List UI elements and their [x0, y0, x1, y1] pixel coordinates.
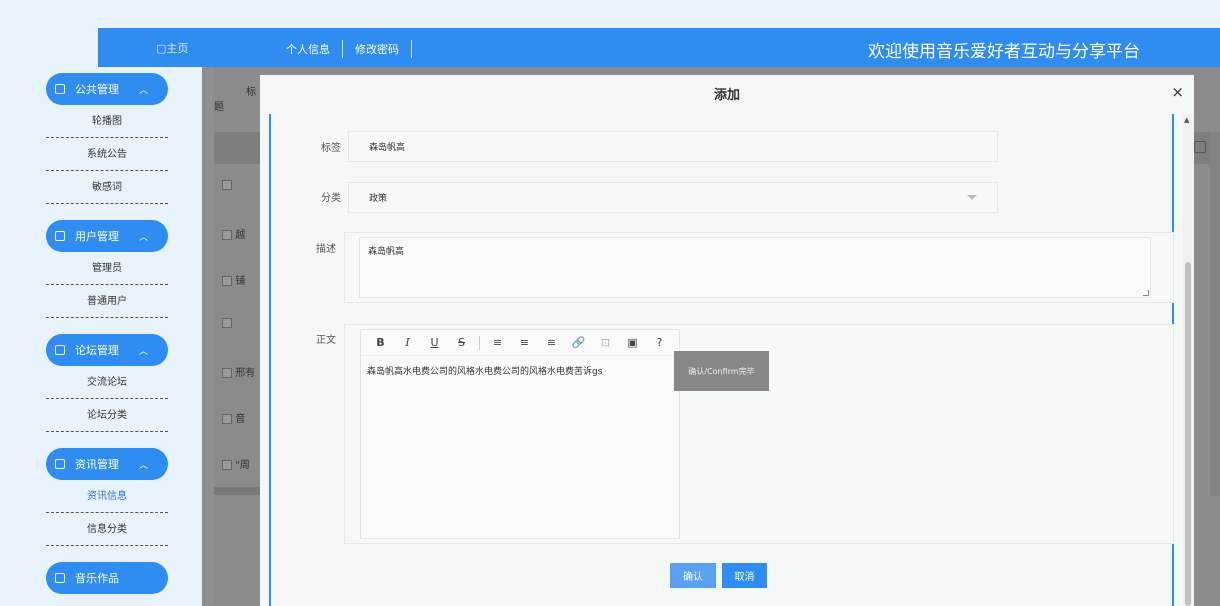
row-checkbox[interactable] [222, 230, 232, 240]
nav-change-password-link[interactable]: 修改密码 [343, 41, 411, 57]
resize-handle-icon[interactable] [1143, 290, 1149, 296]
table-row [214, 318, 260, 329]
italic-icon[interactable]: I [394, 336, 421, 349]
chevron-up-icon: ︿ [138, 232, 148, 243]
editor-content[interactable]: 森岛帆高水电费公司的风格水电费公司的风格水电费苦诉gs [361, 356, 679, 385]
chevron-up-icon: ︿ [138, 346, 148, 357]
site-title: 欢迎使用音乐爱好者互动与分享平台 [868, 42, 1140, 62]
row-checkbox[interactable] [222, 368, 232, 378]
sidebar-group-forum: 论坛管理 ︿ 交流论坛 论坛分类 [0, 334, 202, 432]
chevron-up-icon: ︿ [138, 460, 148, 471]
sidebar-item-normal-user[interactable]: 普通用户 [46, 285, 168, 318]
unlink-icon[interactable]: ⊡ [592, 336, 619, 349]
category-label: 分类 [321, 193, 341, 204]
row-checkbox[interactable] [222, 414, 232, 424]
sidebar-item-forum[interactable]: 交流论坛 [46, 366, 168, 399]
table-row: 铺 [214, 272, 260, 287]
chevron-down-icon [967, 195, 977, 200]
category-select[interactable]: 政策 [348, 182, 998, 213]
description-label: 描述 [316, 244, 336, 255]
sidebar-group-title: 用户管理 [75, 230, 119, 243]
sidebar-item-news[interactable]: 资讯信息 [46, 480, 168, 513]
table-header-fragment: 标题 [214, 87, 256, 113]
top-bar: ▢主页 个人信息 修改密码 欢迎使用音乐爱好者互动与分享平台 [98, 28, 1220, 67]
dialog-title: 添加 [713, 88, 740, 103]
help-icon[interactable]: ? [646, 336, 673, 349]
category-select-value: 政策 [369, 194, 388, 204]
table-horizontal-scrollbar[interactable] [214, 487, 260, 495]
book-icon [55, 459, 65, 469]
book-icon [55, 231, 65, 241]
sidebar-group-news: 资讯管理 ︿ 资讯信息 信息分类 [0, 448, 202, 546]
dialog-header: 添加 × [260, 75, 1194, 109]
dialog-scrollbar[interactable]: ▲ [1183, 114, 1193, 606]
rich-text-editor: B I U S ≡ ≡ ≡ 🔗 ⊡ ▣ ? 森岛帆高水电费公司的风格水电费公司的… [360, 329, 680, 539]
tag-input[interactable]: 森岛帆高 [348, 131, 998, 162]
sidebar-group-title: 资讯管理 [75, 458, 119, 471]
table-row: 邢有 [214, 364, 260, 379]
underline-icon[interactable]: U [421, 336, 448, 349]
cancel-button[interactable]: 取消 [722, 563, 767, 588]
row-checkbox[interactable] [222, 460, 232, 470]
strikethrough-icon[interactable]: S [448, 336, 475, 349]
sidebar-item-announcement[interactable]: 系统公告 [46, 138, 168, 171]
confirm-tooltip[interactable]: 确认/Confirm完毕 [674, 351, 769, 391]
sidebar-group-header[interactable]: 音乐作品 [46, 562, 168, 594]
table-vertical-scrollbar[interactable] [1210, 132, 1220, 496]
sidebar-group-header[interactable]: 用户管理 ︿ [46, 220, 168, 252]
grid-icon [55, 84, 65, 94]
sidebar-item-news-category[interactable]: 信息分类 [46, 513, 168, 546]
sidebar-group-music: 音乐作品 [0, 562, 202, 594]
table-row [214, 180, 260, 191]
sidebar-group-title: 音乐作品 [75, 572, 119, 585]
chevron-up-icon: ︿ [138, 85, 148, 96]
description-value: 森岛帆高 [368, 247, 405, 257]
list-icon [55, 573, 65, 583]
description-wrap: 森岛帆高 [344, 232, 1174, 303]
row-checkbox[interactable] [222, 276, 232, 286]
row-checkbox[interactable] [222, 318, 232, 328]
nav-divider [411, 40, 412, 58]
scroll-up-icon[interactable]: ▲ [1184, 116, 1189, 124]
sidebar-group-header[interactable]: 公共管理 ︿ [46, 73, 168, 105]
sidebar-group-header[interactable]: 论坛管理 ︿ [46, 334, 168, 366]
bold-icon[interactable]: B [367, 336, 394, 349]
table-header-band [214, 132, 260, 164]
print-icon[interactable] [1194, 141, 1206, 153]
sidebar-item-carousel[interactable]: 轮播图 [46, 105, 168, 138]
nav-profile-link[interactable]: 个人信息 [274, 41, 342, 57]
sidebar-group-title: 论坛管理 [75, 344, 119, 357]
align-center-icon[interactable]: ≡ [511, 336, 538, 349]
table-row: 越 [214, 226, 260, 241]
sidebar-group-public: 公共管理 ︿ 轮播图 系统公告 敏感词 [0, 73, 202, 204]
tag-label: 标签 [321, 143, 341, 154]
top-nav: 个人信息 修改密码 [274, 40, 412, 58]
sidebar-edge [202, 67, 214, 606]
align-right-icon[interactable]: ≡ [538, 336, 565, 349]
sidebar-item-sensitive-words[interactable]: 敏感词 [46, 171, 168, 204]
sidebar-group-users: 用户管理 ︿ 管理员 普通用户 [0, 220, 202, 318]
list-icon [55, 345, 65, 355]
sidebar-group-header[interactable]: 资讯管理 ︿ [46, 448, 168, 480]
sidebar-item-admin[interactable]: 管理员 [46, 252, 168, 285]
table-row: "周 [214, 456, 260, 471]
sidebar-item-forum-category[interactable]: 论坛分类 [46, 399, 168, 432]
tag-input-value: 森岛帆高 [369, 143, 406, 153]
align-left-icon[interactable]: ≡ [484, 336, 511, 349]
description-textarea[interactable]: 森岛帆高 [359, 237, 1151, 298]
home-link[interactable]: ▢主页 [156, 40, 188, 56]
sidebar-group-title: 公共管理 [75, 83, 119, 96]
confirm-button[interactable]: 确认 [670, 563, 716, 588]
add-dialog: 添加 × 标签 森岛帆高 分类 政策 描述 森岛帆高 正文 B I U S ≡ … [260, 75, 1194, 606]
scrollbar-thumb[interactable] [1185, 262, 1191, 606]
sidebar: 公共管理 ︿ 轮播图 系统公告 敏感词 用户管理 ︿ 管理员 普通用户 论坛管理… [0, 73, 202, 606]
close-icon[interactable]: × [1171, 83, 1184, 101]
editor-toolbar: B I U S ≡ ≡ ≡ 🔗 ⊡ ▣ ? [361, 330, 679, 356]
table-row: 音 [214, 410, 260, 425]
link-icon[interactable]: 🔗 [565, 336, 592, 349]
image-icon[interactable]: ▣ [619, 336, 646, 349]
toolbar-divider [479, 335, 480, 350]
body-label: 正文 [316, 335, 336, 346]
row-checkbox[interactable] [222, 180, 232, 190]
